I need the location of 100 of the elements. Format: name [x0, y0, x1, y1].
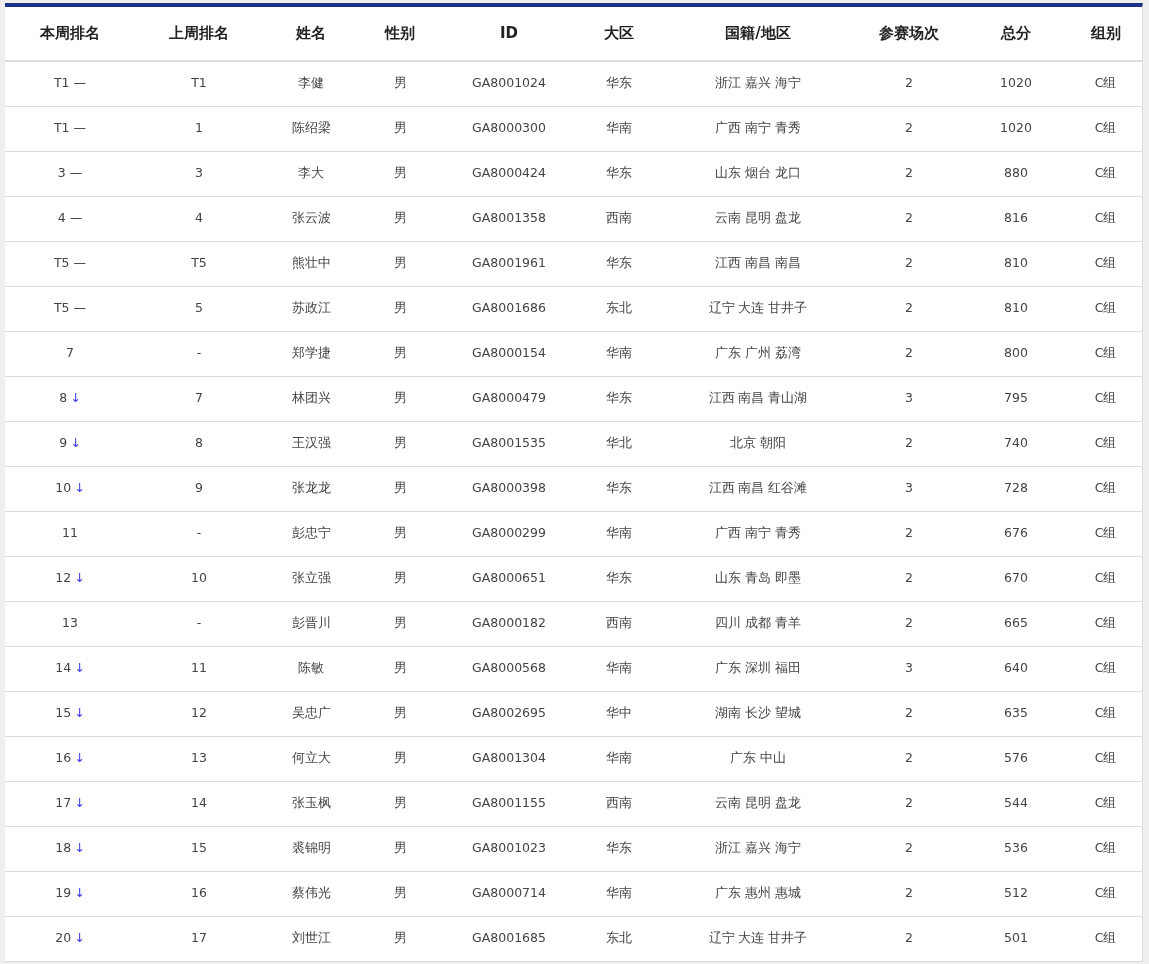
table-cell: 彭忠宁: [263, 511, 359, 556]
table-cell: 山东 青岛 即墨: [661, 556, 855, 601]
table-cell: 3: [855, 646, 963, 691]
table-cell: 7: [135, 376, 263, 421]
table-cell: 2: [855, 601, 963, 646]
table-cell: 2: [855, 61, 963, 106]
table-cell: 9: [135, 466, 263, 511]
trend-mark: ↓: [74, 885, 85, 901]
table-cell: GA8000398: [441, 466, 577, 511]
rank-value: 10: [55, 480, 72, 496]
table-cell: 536: [963, 826, 1069, 871]
table-cell: 17: [135, 916, 263, 961]
table-cell: 西南: [577, 196, 661, 241]
trend-mark: ↓: [70, 435, 81, 451]
table-cell: 男: [359, 466, 441, 511]
table-cell: 640: [963, 646, 1069, 691]
table-cell: C组: [1069, 556, 1142, 601]
table-cell: 2: [855, 421, 963, 466]
trend-mark: —: [69, 210, 83, 226]
table-cell: 陈绍梁: [263, 106, 359, 151]
rank-value: 13: [62, 615, 78, 631]
table-cell: 刘世江: [263, 916, 359, 961]
table-cell: 浙江 嘉兴 海宁: [661, 826, 855, 871]
table-cell: 男: [359, 511, 441, 556]
table-cell: 华东: [577, 241, 661, 286]
table-cell: 东北: [577, 286, 661, 331]
table-cell: 2: [855, 196, 963, 241]
rank-value: 4: [57, 210, 66, 226]
table-cell: 华东: [577, 826, 661, 871]
table-cell: 辽宁 大连 甘井子: [661, 916, 855, 961]
table-cell: 810: [963, 241, 1069, 286]
table-cell: GA8000714: [441, 871, 577, 916]
rank-value: T5: [53, 255, 70, 271]
table-cell: 李大: [263, 151, 359, 196]
table-cell: 浙江 嘉兴 海宁: [661, 61, 855, 106]
trend-mark: ↓: [74, 750, 85, 766]
table-cell: GA8000154: [441, 331, 577, 376]
table-cell: 676: [963, 511, 1069, 556]
table-cell: 男: [359, 241, 441, 286]
table-cell: 蔡伟光: [263, 871, 359, 916]
table-cell: GA8001358: [441, 196, 577, 241]
table-cell: 816: [963, 196, 1069, 241]
table-cell: C组: [1069, 286, 1142, 331]
table-cell: C组: [1069, 151, 1142, 196]
trend-mark: ↓: [74, 795, 85, 811]
table-cell: C组: [1069, 106, 1142, 151]
table-cell: C组: [1069, 511, 1142, 556]
table-cell: 四川 成都 青羊: [661, 601, 855, 646]
table-cell: 2: [855, 826, 963, 871]
trend-mark: —: [73, 300, 87, 316]
rank-value: 19: [55, 885, 72, 901]
column-header: 国籍/地区: [661, 7, 855, 61]
table-cell: 2: [855, 556, 963, 601]
table-cell: T1: [135, 61, 263, 106]
table-cell: 华南: [577, 331, 661, 376]
table-cell: C组: [1069, 331, 1142, 376]
table-cell: 华东: [577, 61, 661, 106]
table-cell: C组: [1069, 376, 1142, 421]
table-cell: C组: [1069, 421, 1142, 466]
table-cell: 张立强: [263, 556, 359, 601]
table-cell: 15: [135, 826, 263, 871]
table-cell: 云南 昆明 盘龙: [661, 781, 855, 826]
table-cell: 740: [963, 421, 1069, 466]
table-cell: 广东 惠州 惠城: [661, 871, 855, 916]
table-cell: 2: [855, 871, 963, 916]
table-cell: 2: [855, 331, 963, 376]
table-cell: 男: [359, 556, 441, 601]
table-cell: 男: [359, 421, 441, 466]
table-cell: 3: [135, 151, 263, 196]
table-cell: 林团兴: [263, 376, 359, 421]
trend-mark: ↓: [74, 570, 85, 586]
rank-value: 17: [55, 795, 72, 811]
table-cell: -: [135, 601, 263, 646]
table-cell: 2: [855, 286, 963, 331]
table-cell: 男: [359, 286, 441, 331]
rank-value: 11: [62, 525, 78, 541]
trend-mark: —: [69, 165, 83, 181]
table-cell: 4: [135, 196, 263, 241]
rank-value: T5: [53, 300, 70, 316]
table-cell: 1020: [963, 61, 1069, 106]
table-cell: 华东: [577, 466, 661, 511]
trend-mark: ↓: [74, 840, 85, 856]
table-cell: 湖南 长沙 望城: [661, 691, 855, 736]
table-cell: 彭晋川: [263, 601, 359, 646]
table-cell: 512: [963, 871, 1069, 916]
trend-mark: ↓: [74, 660, 85, 676]
table-cell: 16: [135, 871, 263, 916]
table-cell: 李健: [263, 61, 359, 106]
table-cell: 501: [963, 916, 1069, 961]
table-cell: GA8001304: [441, 736, 577, 781]
rank-value: T1: [53, 120, 70, 136]
table-cell: 男: [359, 826, 441, 871]
table-cell: 华南: [577, 511, 661, 556]
trend-mark: ↓: [74, 930, 85, 946]
table-cell: 苏政江: [263, 286, 359, 331]
column-header: 本周排名: [5, 7, 135, 61]
table-cell: C组: [1069, 601, 1142, 646]
table-cell: C组: [1069, 646, 1142, 691]
table-cell: GA8001961: [441, 241, 577, 286]
rank-value: 8: [59, 390, 68, 406]
